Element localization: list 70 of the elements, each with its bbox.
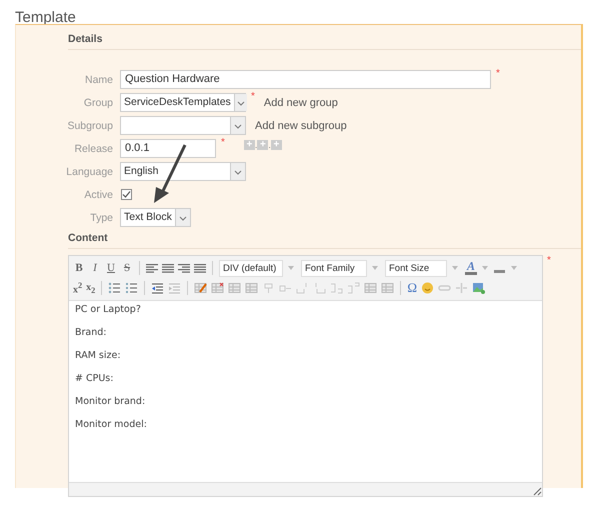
justify-icon[interactable]: [194, 263, 206, 273]
align-right-icon[interactable]: [178, 263, 190, 273]
column-after-icon[interactable]: [296, 282, 310, 294]
image-icon[interactable]: [472, 282, 486, 294]
table-properties-icon[interactable]: [381, 282, 394, 294]
rich-text-editor[interactable]: B I U S DIV (default) Font Family Font Size A x$^{2}$ x$_{2}$ Ω PC or Laptop? Brand: RAM size: # CPUs: Monitor brand: Monitor model:: [68, 255, 543, 497]
required-mark: *: [251, 91, 255, 102]
resize-grip-icon[interactable]: [533, 487, 542, 496]
merge-cells-icon[interactable]: [330, 282, 344, 294]
field-label: Subgroup: [66, 120, 113, 132]
script-button[interactable]: x$_{2}$: [86, 282, 96, 294]
numbered-list-icon[interactable]: [125, 282, 138, 294]
dropdown[interactable]: Font Size: [385, 260, 447, 276]
content-line: # CPUs:: [75, 373, 114, 386]
text-field[interactable]: 0.0.1: [120, 139, 216, 158]
select-field[interactable]: ServiceDeskTemplates: [120, 93, 246, 112]
field-label: Group: [82, 96, 113, 108]
section-heading: Content: [68, 227, 581, 249]
split-cells-icon[interactable]: [347, 282, 360, 294]
select-field[interactable]: Text Block: [120, 208, 191, 227]
align-left-icon[interactable]: [146, 263, 158, 273]
text-color-button[interactable]: A: [465, 261, 478, 275]
text-field[interactable]: Question Hardware: [120, 70, 491, 89]
dropdown[interactable]: DIV (default): [219, 260, 283, 276]
add-link[interactable]: Add new group: [264, 96, 338, 108]
required-mark: *: [496, 68, 500, 79]
table-edit-icon[interactable]: [194, 282, 208, 294]
table-row-icon[interactable]: [228, 282, 242, 294]
required-mark: *: [221, 137, 225, 148]
format-button[interactable]: B: [73, 262, 85, 274]
table-delete-icon[interactable]: [211, 282, 224, 294]
checkbox[interactable]: [121, 189, 132, 200]
caret-icon: [481, 265, 490, 271]
table-grid-icon[interactable]: [364, 282, 378, 294]
script-button[interactable]: x$^{2}$: [73, 280, 82, 296]
page-title: Template: [14, 8, 77, 24]
table-cell-icon[interactable]: [245, 282, 258, 294]
dropdown[interactable]: Font Family: [301, 260, 367, 276]
version-separator: .: [268, 140, 271, 150]
field-label: Active: [83, 188, 113, 200]
select-field[interactable]: [120, 116, 246, 135]
caret-icon: [287, 265, 295, 271]
format-button[interactable]: S: [121, 262, 133, 274]
content-line: Monitor brand:: [75, 396, 146, 408]
special-character-button[interactable]: Ω: [407, 280, 418, 296]
field-label: Release: [73, 142, 113, 154]
content-line: PC or Laptop?: [75, 304, 142, 316]
content-line: Monitor model:: [75, 419, 148, 432]
select-field[interactable]: English: [120, 162, 246, 181]
format-button[interactable]: I: [89, 262, 101, 274]
column-before-icon[interactable]: [313, 282, 326, 294]
content-line: RAM size:: [75, 350, 122, 362]
caret-icon: [371, 265, 379, 271]
format-button[interactable]: U: [105, 262, 117, 274]
add-link[interactable]: Add new subgroup: [255, 120, 347, 132]
align-center-icon[interactable]: [162, 263, 174, 273]
smiley-icon[interactable]: [421, 282, 434, 294]
field-label: Language: [65, 166, 113, 178]
caret-icon: [451, 265, 459, 271]
section-heading: Details: [68, 25, 581, 50]
unlink-icon[interactable]: [455, 282, 468, 294]
version-separator: .: [254, 140, 258, 150]
required-mark: *: [547, 255, 551, 268]
outdent-icon[interactable]: [151, 282, 164, 294]
field-label: Type: [89, 212, 113, 224]
field-label: Name: [84, 74, 113, 86]
bullet-list-icon[interactable]: [108, 282, 122, 294]
insert-column-icon[interactable]: [262, 282, 276, 294]
caret-icon: [510, 265, 518, 271]
content-line: Brand:: [75, 327, 108, 340]
